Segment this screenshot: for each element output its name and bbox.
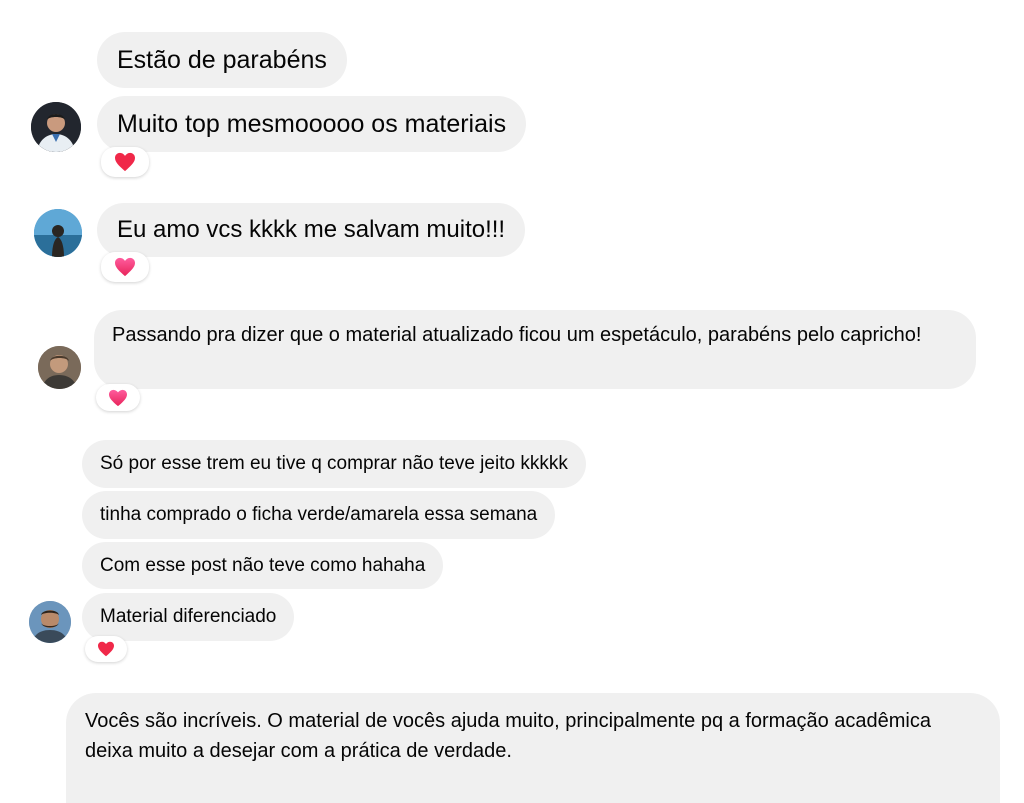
heart-pink-icon <box>115 257 135 277</box>
message-text: Com esse post não teve como hahaha <box>100 555 426 576</box>
avatar-photo-icon <box>29 601 71 643</box>
avatar-photo-icon <box>38 346 81 389</box>
heart-red-icon <box>98 641 114 657</box>
message-bubble[interactable]: Muito top mesmooooo os materiais <box>97 96 527 152</box>
message-bubble[interactable]: Estão de parabéns <box>97 32 347 88</box>
message-bubble[interactable]: Vocês são incríveis. O material de vocês… <box>66 693 1000 803</box>
avatar-photo-icon <box>31 102 81 152</box>
avatar[interactable] <box>38 346 81 389</box>
message-text: Passando pra dizer que o material atuali… <box>112 324 922 346</box>
reaction-badge[interactable] <box>101 147 149 177</box>
message-bubble[interactable]: Eu amo vcs kkkk me salvam muito!!! <box>97 203 526 257</box>
message-bubble[interactable]: Só por esse trem eu tive q comprar não t… <box>82 440 586 488</box>
avatar[interactable] <box>31 102 81 152</box>
message-text: Eu amo vcs kkkk me salvam muito!!! <box>117 216 506 243</box>
heart-red-icon <box>115 152 135 172</box>
message-text: Estão de parabéns <box>117 46 327 74</box>
message-text: Material diferenciado <box>100 606 277 627</box>
message-text: Muito top mesmooooo os materiais <box>117 110 507 138</box>
heart-pink-icon <box>109 389 127 406</box>
reaction-badge[interactable] <box>85 636 127 662</box>
reaction-badge[interactable] <box>101 252 149 282</box>
message-text: tinha comprado o ficha verde/amarela ess… <box>100 504 538 525</box>
reaction-badge[interactable] <box>96 384 140 411</box>
avatar[interactable] <box>29 601 71 643</box>
message-bubble[interactable]: Com esse post não teve como hahaha <box>82 542 444 589</box>
message-bubble[interactable]: tinha comprado o ficha verde/amarela ess… <box>82 491 556 539</box>
message-bubble[interactable]: Material diferenciado <box>82 593 295 641</box>
message-text: Só por esse trem eu tive q comprar não t… <box>100 453 568 474</box>
message-bubble[interactable]: Passando pra dizer que o material atuali… <box>94 310 976 389</box>
message-text: Vocês são incríveis. O material de vocês… <box>85 710 931 762</box>
avatar[interactable] <box>34 209 82 257</box>
avatar-photo-icon <box>34 209 82 257</box>
